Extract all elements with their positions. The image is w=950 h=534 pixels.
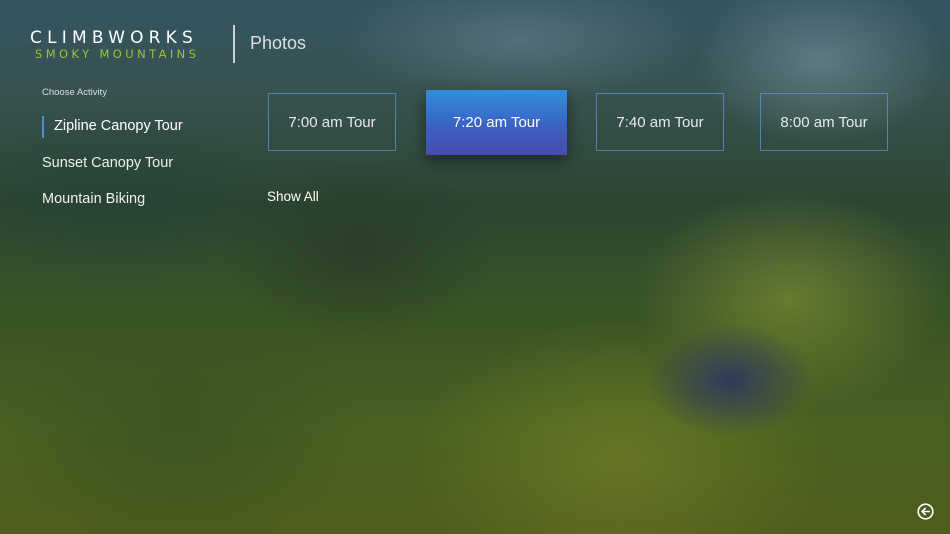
activity-zipline-canopy-tour[interactable]: Zipline Canopy Tour [42, 116, 183, 138]
activity-label: Sunset Canopy Tour [42, 155, 174, 171]
page-title: Photos [250, 33, 307, 53]
activity-label: Mountain Biking [42, 191, 146, 207]
back-arrow-icon[interactable] [917, 503, 934, 520]
screen: CLIMBWORKS SMOKY MOUNTAINS Photos Choose… [0, 0, 950, 534]
tour-label: 7:00 am Tour [288, 113, 376, 131]
header-divider [233, 25, 235, 63]
tour-label: 8:00 am Tour [780, 113, 868, 131]
logo-wordmark: CLIMBWORKS [30, 28, 199, 48]
tour-tile-800[interactable]: 8:00 am Tour [760, 93, 888, 151]
tour-tile-720[interactable]: 7:20 am Tour [426, 90, 567, 155]
background-image [0, 0, 950, 534]
activity-label: Zipline Canopy Tour [54, 118, 183, 134]
activity-sunset-canopy-tour[interactable]: Sunset Canopy Tour [42, 155, 173, 171]
sidebar-heading: Choose Activity [42, 87, 107, 98]
tour-label: 7:40 am Tour [616, 113, 704, 131]
logo-subtitle: SMOKY MOUNTAINS [35, 47, 200, 61]
show-all-button[interactable]: Show All [267, 189, 319, 204]
tour-tile-700[interactable]: 7:00 am Tour [268, 93, 396, 151]
climbworks-logo: CLIMBWORKS SMOKY MOUNTAINS [30, 28, 220, 60]
selection-indicator [42, 116, 44, 138]
tour-label: 7:20 am Tour [452, 114, 541, 131]
tour-tile-740[interactable]: 7:40 am Tour [596, 93, 724, 151]
activity-mountain-biking[interactable]: Mountain Biking [42, 191, 145, 207]
